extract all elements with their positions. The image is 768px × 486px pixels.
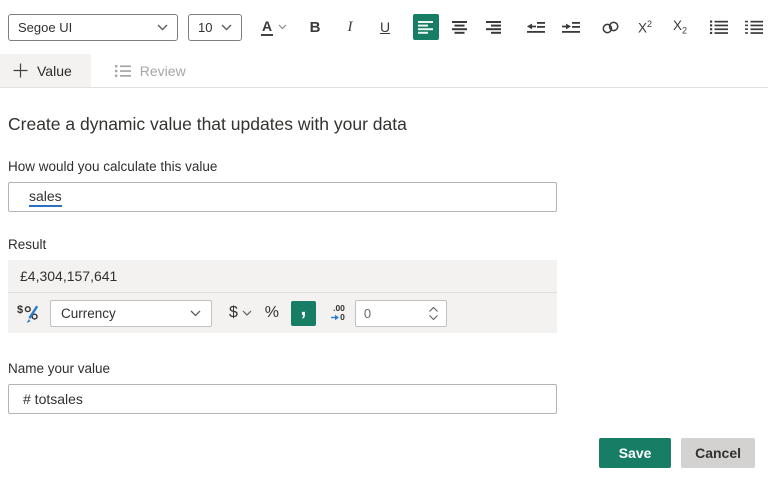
align-center-icon bbox=[452, 20, 468, 34]
dollar-icon: $ bbox=[229, 304, 238, 322]
tab-review[interactable]: Review bbox=[99, 54, 202, 87]
percent-format-button[interactable]: % bbox=[261, 300, 283, 326]
font-color-icon: A bbox=[261, 19, 273, 36]
align-right-button[interactable] bbox=[481, 14, 507, 40]
chevron-down-icon bbox=[429, 315, 438, 320]
chevron-down-icon bbox=[221, 24, 232, 31]
decimal-places-button[interactable]: .00 0 bbox=[324, 304, 345, 322]
align-left-button[interactable] bbox=[413, 14, 439, 40]
link-button[interactable] bbox=[597, 14, 623, 40]
chevron-down-icon bbox=[157, 24, 168, 31]
svg-text:$: $ bbox=[17, 304, 23, 316]
tab-value-label: Value bbox=[37, 63, 72, 79]
custom-number-format-icon: $ bbox=[17, 301, 42, 325]
chevron-down-icon bbox=[190, 310, 201, 317]
numbered-list-icon bbox=[745, 20, 763, 34]
calc-field-label: How would you calculate this value bbox=[8, 159, 768, 174]
tab-strip: Value Review bbox=[0, 54, 768, 88]
review-list-icon bbox=[115, 64, 131, 78]
chevron-up-icon bbox=[429, 307, 438, 312]
decrease-indent-icon bbox=[527, 21, 545, 34]
font-size-select[interactable]: 10 bbox=[188, 14, 242, 41]
formatting-toolbar: Segoe UI 10 A B I U bbox=[0, 0, 768, 54]
bullet-list-button[interactable] bbox=[706, 14, 732, 40]
decimals-stepper[interactable]: 0 bbox=[355, 300, 447, 327]
italic-button[interactable]: I bbox=[337, 14, 363, 40]
underline-icon: U bbox=[380, 19, 390, 35]
underline-button[interactable]: U bbox=[372, 14, 398, 40]
bullet-list-icon bbox=[710, 20, 728, 34]
thousands-separator-button[interactable]: , bbox=[291, 301, 316, 326]
format-category-value: Currency bbox=[61, 306, 116, 321]
decimals-value: 0 bbox=[364, 306, 371, 321]
save-button[interactable]: Save bbox=[599, 438, 671, 468]
chevron-down-icon bbox=[242, 310, 252, 317]
name-field-label: Name your value bbox=[8, 361, 768, 376]
chevron-down-icon bbox=[278, 24, 287, 30]
increase-indent-icon bbox=[562, 21, 580, 34]
numbered-list-button[interactable] bbox=[741, 14, 767, 40]
cancel-button[interactable]: Cancel bbox=[681, 438, 755, 468]
decrease-indent-button[interactable] bbox=[523, 14, 549, 40]
bold-button[interactable]: B bbox=[302, 14, 328, 40]
dialog-body: Create a dynamic value that updates with… bbox=[0, 114, 768, 414]
number-format-toolbar: $ Currency $ bbox=[8, 293, 557, 333]
superscript-button[interactable]: X2 bbox=[632, 14, 658, 40]
decimal-places-icon-bottom: 0 bbox=[331, 313, 345, 322]
page-title: Create a dynamic value that updates with… bbox=[8, 114, 768, 135]
currency-symbol-button[interactable]: $ bbox=[229, 304, 252, 322]
subscript-button[interactable]: X2 bbox=[667, 14, 693, 40]
format-category-select[interactable]: Currency bbox=[50, 300, 212, 327]
font-size-value: 10 bbox=[198, 20, 212, 35]
bold-icon: B bbox=[310, 19, 321, 36]
arrow-right-icon bbox=[331, 314, 339, 321]
percent-icon: % bbox=[265, 304, 279, 322]
font-family-select[interactable]: Segoe UI bbox=[8, 14, 178, 41]
dialog-actions: Save Cancel bbox=[599, 438, 755, 468]
dynamic-value-dialog: Segoe UI 10 A B I U bbox=[0, 0, 768, 486]
superscript-icon: X2 bbox=[638, 19, 652, 36]
stepper-arrows[interactable] bbox=[429, 307, 438, 320]
increase-indent-button[interactable] bbox=[558, 14, 584, 40]
font-color-button[interactable]: A bbox=[257, 14, 291, 40]
italic-icon: I bbox=[348, 19, 353, 36]
name-input[interactable]: # totsales bbox=[8, 384, 557, 414]
plus-icon bbox=[13, 63, 28, 78]
tab-value[interactable]: Value bbox=[0, 54, 91, 87]
tab-review-label: Review bbox=[140, 63, 186, 79]
align-left-icon bbox=[418, 20, 434, 34]
name-input-value: # totsales bbox=[23, 391, 83, 407]
link-icon bbox=[601, 21, 620, 34]
subscript-icon: X2 bbox=[673, 18, 687, 36]
result-label: Result bbox=[8, 237, 768, 252]
align-center-button[interactable] bbox=[447, 14, 473, 40]
comma-icon: , bbox=[300, 304, 306, 314]
custom-format-button[interactable]: $ bbox=[16, 300, 42, 326]
result-panel: £4,304,157,641 $ Currency bbox=[8, 260, 557, 333]
calc-input-value: sales bbox=[29, 188, 62, 207]
calc-input[interactable]: sales bbox=[8, 182, 557, 212]
font-family-value: Segoe UI bbox=[18, 20, 72, 35]
alignment-group bbox=[413, 14, 507, 40]
result-value: £4,304,157,641 bbox=[8, 260, 557, 293]
align-right-icon bbox=[486, 20, 502, 34]
